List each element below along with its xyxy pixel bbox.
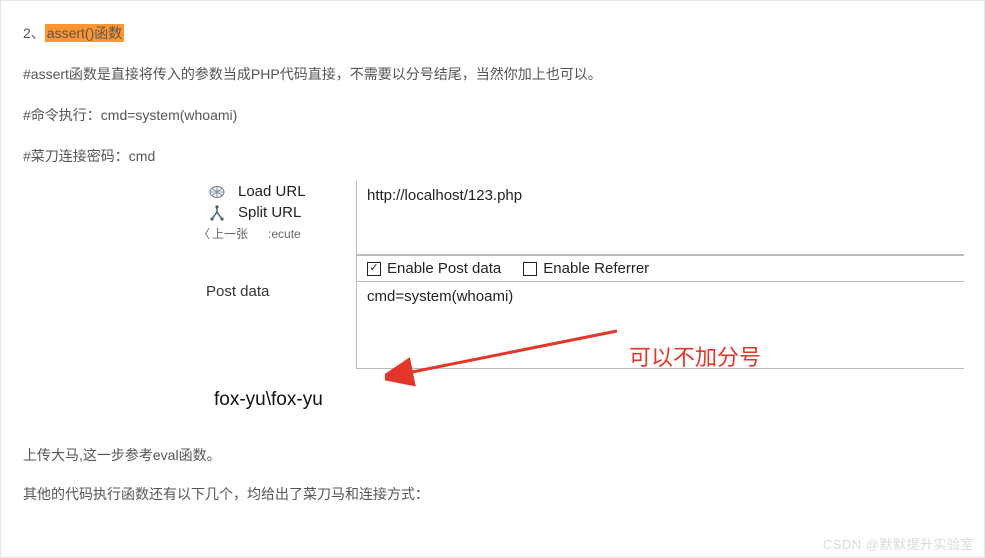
prev-image-label: 上一张 [212, 225, 248, 242]
split-icon [206, 205, 228, 221]
post-data-label: Post data [196, 255, 356, 300]
prev-image-nav[interactable]: 〈 上一张 :ecute [196, 223, 356, 244]
enable-post-label: Enable Post data [387, 260, 501, 277]
post-data-value: cmd=system(whoami) [367, 288, 513, 305]
heading: 2、assert()函数 [23, 23, 962, 44]
enable-referrer-label: Enable Referrer [543, 260, 649, 277]
load-url-button[interactable]: Load URL [196, 181, 356, 202]
checkbox-checked-icon: ✓ [367, 262, 381, 276]
post-data-input[interactable]: cmd=system(whoami) [357, 282, 964, 368]
globe-icon [206, 185, 228, 199]
split-url-button[interactable]: Split URL [196, 202, 356, 223]
heading-highlight: assert()函数 [45, 24, 124, 42]
paragraph-4: 上传大马,这一步参考eval函数。 [23, 445, 984, 466]
command-output: fox-yu\fox-yu [196, 383, 984, 411]
chevron-left-icon: 〈 [198, 225, 210, 242]
paragraph-3: #菜刀连接密码：cmd [23, 146, 962, 167]
paragraph-5: 其他的代码执行函数还有以下几个，均给出了菜刀马和连接方式： [23, 484, 984, 505]
paragraph-2: #命令执行：cmd=system(whoami) [23, 105, 962, 126]
heading-prefix: 2、 [23, 25, 45, 41]
paragraph-1: #assert函数是直接将传入的参数当成PHP代码直接，不需要以分号结尾，当然你… [23, 64, 962, 85]
checkbox-unchecked-icon [523, 262, 537, 276]
execute-label-fragment: :ecute [268, 227, 301, 241]
watermark: CSDN @默默提升实验室 [823, 534, 974, 553]
url-value: http://localhost/123.php [367, 187, 522, 204]
load-url-label: Load URL [238, 183, 306, 200]
enable-post-checkbox[interactable]: ✓ Enable Post data [367, 260, 501, 277]
url-input[interactable]: http://localhost/123.php [356, 181, 964, 255]
enable-referrer-checkbox[interactable]: Enable Referrer [523, 260, 649, 277]
hackbar-panel: Load URL Split URL 〈 上一张 :ecute http://l… [196, 181, 964, 369]
split-url-label: Split URL [238, 204, 301, 221]
